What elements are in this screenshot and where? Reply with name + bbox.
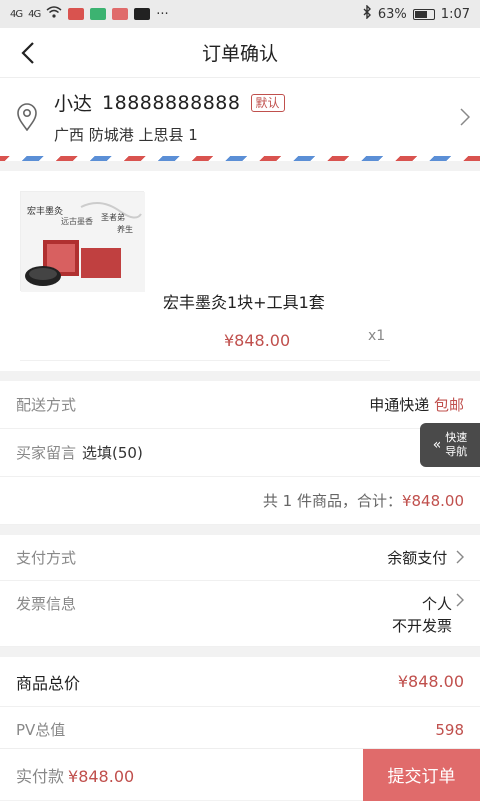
back-arrow-icon[interactable] <box>18 40 40 66</box>
address-card[interactable]: 小达 18888888888 默认 广西 防城港 上思县 1 <box>0 78 480 156</box>
free-shipping-tag: 包邮 <box>433 396 464 414</box>
goods-total-label: 商品总价 <box>16 673 81 693</box>
invoice-status: 不开发票 <box>391 617 452 635</box>
double-chevron-left-icon: « <box>432 437 442 453</box>
chevron-right-icon <box>450 108 480 126</box>
address-body: 小达 18888888888 默认 广西 防城港 上思县 1 <box>54 89 450 145</box>
chevron-right-icon <box>456 593 464 611</box>
product-price: ¥848.00 <box>224 331 291 350</box>
pv-total-value: 598 <box>435 720 464 739</box>
delivery-value: 申通快递 <box>369 396 430 414</box>
product-image-text-1: 宏丰墨灸 <box>27 205 63 217</box>
paid-amount: ¥848.00 <box>68 766 135 786</box>
invoice-type: 个人 <box>421 595 452 613</box>
app-notification-icon-2 <box>90 8 107 20</box>
location-pin-icon <box>0 103 54 131</box>
paid-amount-group: 实付款 ¥848.00 <box>0 763 363 787</box>
summary-text: 共 1 件商品，合计： <box>262 492 402 510</box>
product-title: 宏丰墨灸1块+工具1套 <box>163 293 325 312</box>
quick-nav-line1: 快速 <box>445 431 468 444</box>
checkout-bar: 实付款 ¥848.00 提交订单 <box>0 748 480 801</box>
product-image: 宏丰墨灸 远古墨香 圣者弟 养生 <box>20 191 145 292</box>
payment-value-group: 余额支付 <box>387 547 464 568</box>
chevron-right-icon <box>456 550 464 568</box>
nav-bar: 订单确认 <box>0 28 480 78</box>
clock: 1:07 <box>440 6 470 22</box>
product-card: 宏丰墨灸 远古墨香 圣者弟 养生 宏丰墨灸1块+工具1套 ¥848.00 x1 <box>0 171 480 371</box>
pv-total-row: PV总值 598 <box>0 707 480 753</box>
default-badge: 默认 <box>250 93 285 112</box>
signal-icon-2: 4G <box>28 8 41 20</box>
app-notification-icon <box>68 8 85 20</box>
message-label: 买家留言 <box>16 444 77 462</box>
invoice-value-group: 个人 不开发票 <box>392 593 464 637</box>
status-bar: 4G 4G ··· 63% 1:07 <box>0 0 480 28</box>
delivery-label: 配送方式 <box>16 396 77 414</box>
summary-total: ¥848.00 <box>401 491 464 510</box>
wifi-icon <box>46 6 62 22</box>
payment-row[interactable]: 支付方式 余额支付 <box>0 535 480 581</box>
summary-row: 共 1 件商品，合计： ¥848.00 <box>0 477 480 525</box>
recipient-name: 小达 <box>54 93 93 115</box>
payment-label: 支付方式 <box>16 549 77 567</box>
quick-nav-label: 快速 导航 <box>445 431 467 459</box>
address-detail: 广西 防城港 上思县 1 <box>54 126 198 144</box>
bluetooth-icon <box>362 4 372 23</box>
quick-nav-line2: 导航 <box>445 445 468 458</box>
product-quantity: x1 <box>368 328 386 344</box>
app-notification-icon-3 <box>112 8 129 20</box>
product-image-text-3: 圣者弟 <box>101 212 125 222</box>
product-image-text-4: 养生 <box>117 224 133 234</box>
address-contact: 小达 18888888888 默认 <box>54 89 450 116</box>
more-icon: ··· <box>156 6 169 22</box>
totals-section: 商品总价 ¥848.00 PV总值 598 <box>0 657 480 753</box>
airmail-border <box>0 156 480 161</box>
battery-icon <box>412 8 435 20</box>
invoice-row[interactable]: 发票信息 个人 不开发票 <box>0 581 480 647</box>
pv-total-label: PV总值 <box>16 721 66 739</box>
app-notification-icon-4 <box>134 8 151 20</box>
battery-percent: 63% <box>377 6 407 22</box>
status-right: 63% 1:07 <box>362 4 470 23</box>
paid-label: 实付款 <box>16 766 65 786</box>
payment-section: 支付方式 余额支付 发票信息 个人 不开发票 <box>0 535 480 647</box>
divider <box>20 360 390 361</box>
page-title: 订单确认 <box>201 43 278 65</box>
invoice-values: 个人 不开发票 <box>392 593 452 637</box>
invoice-label: 发票信息 <box>16 595 77 613</box>
submit-order-button[interactable]: 提交订单 <box>363 748 480 801</box>
recipient-phone: 18888888888 <box>102 91 241 114</box>
signal-icon: 4G <box>10 8 23 20</box>
delivery-value-group: 申通快递 包邮 <box>369 394 464 415</box>
goods-total-value: ¥848.00 <box>397 672 464 691</box>
order-options: 配送方式 申通快递 包邮 买家留言 选填(50) 共 1 件商品，合计： ¥84… <box>0 381 480 525</box>
delivery-row[interactable]: 配送方式 申通快递 包邮 <box>0 381 480 429</box>
product-image-text-2: 远古墨香 <box>61 216 93 226</box>
payment-value: 余额支付 <box>387 549 448 567</box>
message-row: 买家留言 选填(50) <box>0 429 480 477</box>
goods-total-row: 商品总价 ¥848.00 <box>0 657 480 707</box>
status-left: 4G 4G ··· <box>10 6 169 22</box>
quick-nav-button[interactable]: « 快速 导航 <box>420 423 480 467</box>
message-input[interactable]: 选填(50) <box>82 442 143 463</box>
